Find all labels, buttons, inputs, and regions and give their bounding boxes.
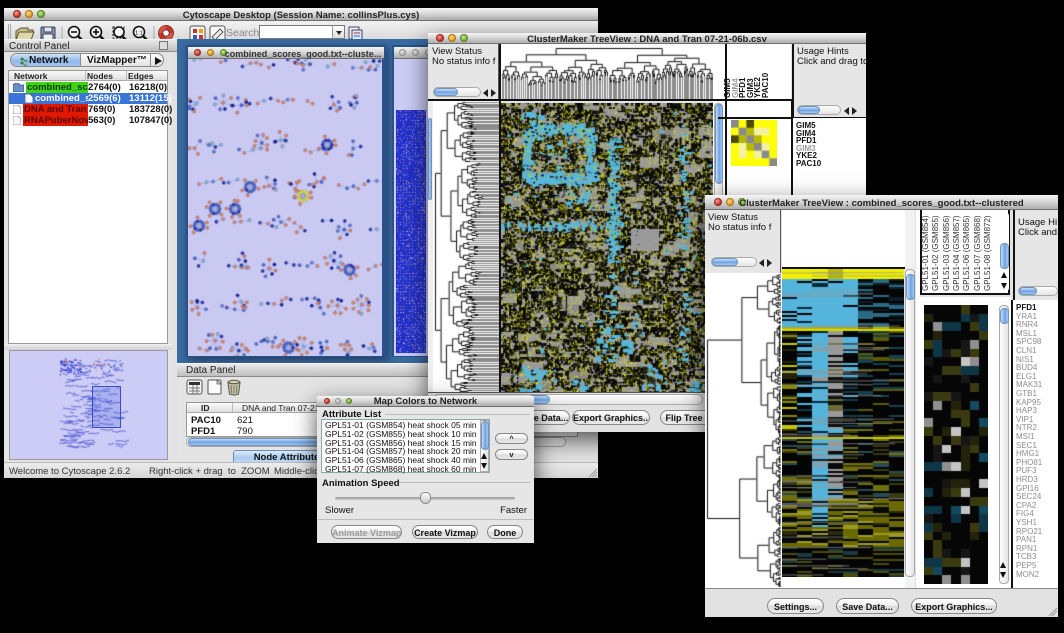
svg-text:1:1: 1:1 bbox=[135, 31, 143, 37]
